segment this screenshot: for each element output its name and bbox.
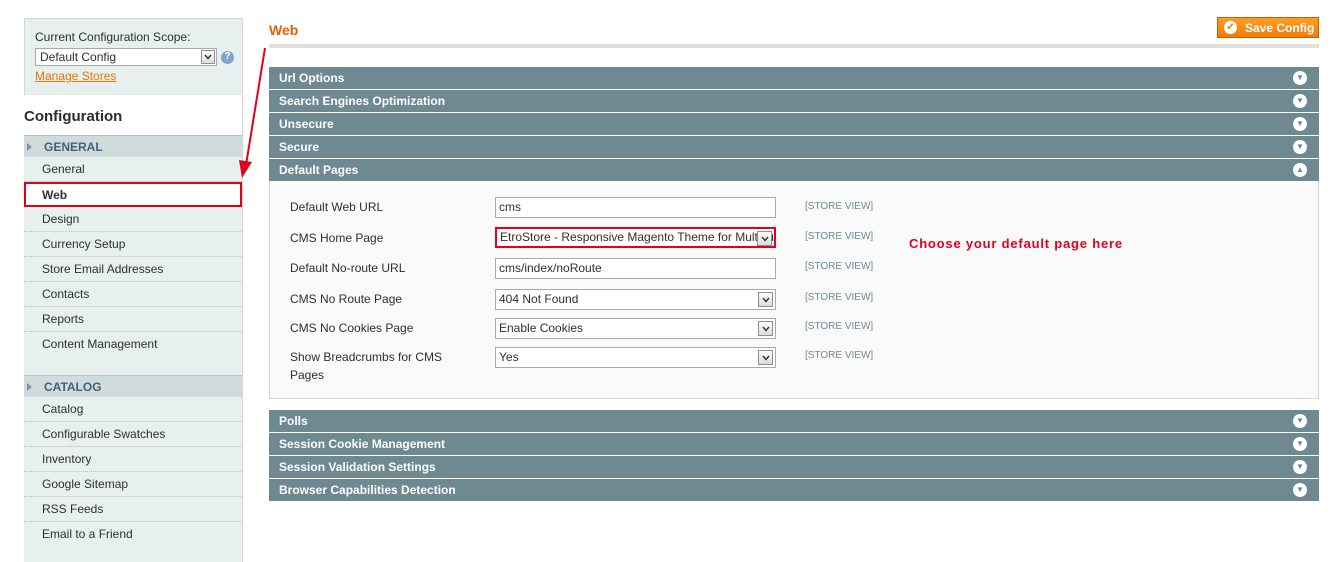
section-unsecure[interactable]: Unsecure ▼ bbox=[269, 113, 1319, 135]
chevron-down-icon bbox=[201, 50, 215, 64]
sidebar-item-content-management[interactable]: Content Management bbox=[24, 332, 242, 357]
page-title: Web bbox=[269, 22, 299, 38]
group-general[interactable]: GENERAL bbox=[24, 135, 242, 157]
expand-icon: ▼ bbox=[1293, 71, 1307, 85]
sidebar-item-contacts[interactable]: Contacts bbox=[24, 282, 242, 307]
field-label: Default No-route URL bbox=[290, 261, 406, 275]
sidebar-item-rss-feeds[interactable]: RSS Feeds bbox=[24, 497, 242, 522]
default-no-route-url-input[interactable]: cms/index/noRoute bbox=[495, 258, 776, 279]
chevron-down-icon bbox=[758, 292, 773, 307]
field-label: CMS No Cookies Page bbox=[290, 321, 414, 335]
save-config-button[interactable]: ✔ Save Config bbox=[1217, 17, 1319, 38]
group-catalog[interactable]: CATALOG bbox=[24, 375, 242, 397]
scope-hint: [STORE VIEW] bbox=[805, 350, 874, 361]
cms-no-route-page-value: 404 Not Found bbox=[499, 292, 579, 306]
expand-icon: ▼ bbox=[1293, 437, 1307, 451]
section-url-options[interactable]: Url Options ▼ bbox=[269, 67, 1319, 89]
help-icon[interactable]: ? bbox=[221, 50, 234, 64]
scope-label: Current Configuration Scope: bbox=[35, 30, 191, 44]
chevron-down-icon bbox=[758, 350, 773, 365]
scope-hint: [STORE VIEW] bbox=[805, 321, 874, 332]
cms-home-page-value: EtroStore - Responsive Magento Theme for… bbox=[500, 230, 776, 244]
scope-hint: [STORE VIEW] bbox=[805, 292, 874, 303]
section-label: Session Cookie Management bbox=[279, 437, 446, 451]
field-label: CMS Home Page bbox=[290, 231, 384, 245]
sidebar-item-reports[interactable]: Reports bbox=[24, 307, 242, 332]
field-label-line: Pages bbox=[290, 368, 325, 382]
group-label: CATALOG bbox=[44, 379, 102, 394]
sidebar-item-store-email-addresses[interactable]: Store Email Addresses bbox=[24, 257, 242, 282]
chevron-down-icon bbox=[758, 321, 773, 336]
scope-hint: [STORE VIEW] bbox=[805, 201, 874, 212]
checkmark-icon: ✔ bbox=[1224, 21, 1237, 34]
sidebar-item-currency-setup[interactable]: Currency Setup bbox=[24, 232, 242, 257]
sidebar-item-general[interactable]: General bbox=[24, 157, 242, 182]
expand-icon: ▼ bbox=[1293, 483, 1307, 497]
scope-hint: [STORE VIEW] bbox=[805, 231, 874, 242]
sidebar-item-google-sitemap[interactable]: Google Sitemap bbox=[24, 472, 242, 497]
expand-icon: ▼ bbox=[1293, 140, 1307, 154]
scope-hint: [STORE VIEW] bbox=[805, 261, 874, 272]
collapse-arrow-icon bbox=[27, 142, 32, 151]
expand-icon: ▼ bbox=[1293, 117, 1307, 131]
field-label-line: Show Breadcrumbs for CMS bbox=[290, 350, 443, 364]
section-label: Default Pages bbox=[279, 163, 359, 177]
sidebar-item-web[interactable]: Web bbox=[24, 182, 242, 207]
expand-icon: ▼ bbox=[1293, 94, 1307, 108]
group-label: GENERAL bbox=[44, 139, 103, 154]
annotation-note: Choose your default page here bbox=[909, 236, 1123, 251]
section-label: Secure bbox=[279, 140, 320, 154]
section-browser-capabilities-detection[interactable]: Browser Capabilities Detection ▼ bbox=[269, 479, 1319, 501]
cms-no-cookies-page-select[interactable]: Enable Cookies bbox=[495, 318, 776, 339]
default-web-url-input[interactable]: cms bbox=[495, 197, 776, 218]
section-session-cookie-management[interactable]: Session Cookie Management ▼ bbox=[269, 433, 1319, 455]
collapse-arrow-icon bbox=[27, 382, 32, 391]
field-label: CMS No Route Page bbox=[290, 292, 403, 306]
section-secure[interactable]: Secure ▼ bbox=[269, 136, 1319, 158]
show-breadcrumbs-select[interactable]: Yes bbox=[495, 347, 776, 368]
scope-select-value: Default Config bbox=[40, 50, 117, 64]
chevron-down-icon bbox=[757, 231, 772, 246]
section-label: Browser Capabilities Detection bbox=[279, 483, 456, 497]
sidebar-item-email-to-a-friend[interactable]: Email to a Friend bbox=[24, 522, 242, 547]
section-session-validation-settings[interactable]: Session Validation Settings ▼ bbox=[269, 456, 1319, 478]
sidebar-title: Configuration bbox=[24, 95, 243, 135]
cms-no-cookies-page-value: Enable Cookies bbox=[499, 321, 584, 335]
manage-stores-link[interactable]: Manage Stores bbox=[35, 69, 116, 83]
sidebar-item-configurable-swatches[interactable]: Configurable Swatches bbox=[24, 422, 242, 447]
section-label: Search Engines Optimization bbox=[279, 94, 446, 108]
field-label: Show Breadcrumbs for CMS Pages bbox=[290, 348, 442, 384]
default-pages-fieldset: Default Web URL cms [STORE VIEW] CMS Hom… bbox=[269, 181, 1319, 399]
section-label: Session Validation Settings bbox=[279, 460, 436, 474]
sidebar-item-catalog[interactable]: Catalog bbox=[24, 397, 242, 422]
section-label: Unsecure bbox=[279, 117, 334, 131]
scope-switcher: Current Configuration Scope: Default Con… bbox=[24, 18, 243, 95]
save-config-label: Save Config bbox=[1245, 20, 1315, 35]
section-default-pages[interactable]: Default Pages ▲ bbox=[269, 159, 1319, 181]
title-divider bbox=[269, 44, 1319, 48]
sidebar-nav: GENERAL General Web Design Currency Setu… bbox=[24, 135, 243, 562]
section-label: Polls bbox=[279, 414, 308, 428]
scope-select[interactable]: Default Config bbox=[35, 48, 217, 66]
sidebar-item-inventory[interactable]: Inventory bbox=[24, 447, 242, 472]
expand-icon: ▼ bbox=[1293, 414, 1307, 428]
section-polls[interactable]: Polls ▼ bbox=[269, 410, 1319, 432]
cms-home-page-select[interactable]: EtroStore - Responsive Magento Theme for… bbox=[495, 227, 776, 248]
collapse-icon: ▲ bbox=[1293, 163, 1307, 177]
cms-no-route-page-select[interactable]: 404 Not Found bbox=[495, 289, 776, 310]
field-label: Default Web URL bbox=[290, 200, 384, 214]
section-search-engines-optimization[interactable]: Search Engines Optimization ▼ bbox=[269, 90, 1319, 112]
show-breadcrumbs-value: Yes bbox=[499, 350, 519, 364]
expand-icon: ▼ bbox=[1293, 460, 1307, 474]
section-label: Url Options bbox=[279, 71, 345, 85]
sidebar-item-design[interactable]: Design bbox=[24, 207, 242, 232]
